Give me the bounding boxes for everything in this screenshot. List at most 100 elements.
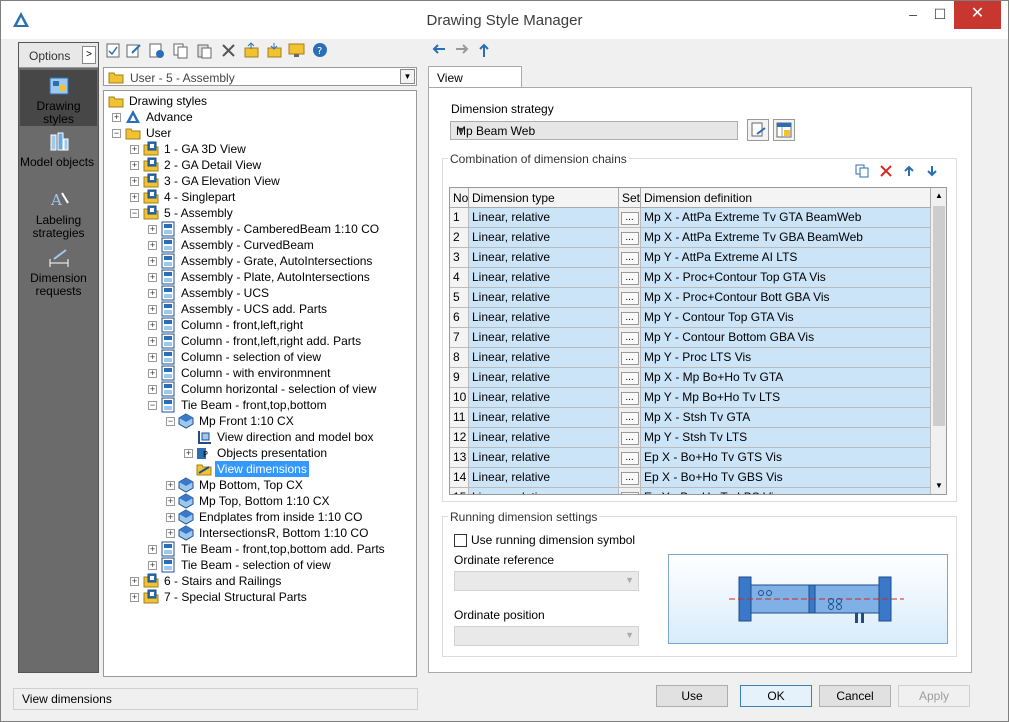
forward-arrow-icon[interactable] — [454, 42, 470, 56]
dimension-type-cell[interactable]: Linear, relative — [469, 288, 619, 308]
tree-node[interactable]: + Assembly - CamberedBeam 1:10 CO — [104, 221, 416, 237]
scroll-thumb[interactable] — [933, 206, 945, 426]
edit-style-icon[interactable] — [125, 42, 142, 59]
settings-ellipsis-button[interactable]: ... — [620, 252, 639, 265]
expand-icon[interactable]: + — [166, 529, 175, 538]
dimension-definition-cell[interactable]: Mp Y - Contour Top GTA Vis — [641, 308, 931, 328]
settings-cell[interactable]: ... — [619, 228, 641, 248]
table-row[interactable]: 12 Linear, relative... Mp Y - Stsh Tv LTS — [450, 428, 931, 448]
import-icon[interactable] — [266, 42, 283, 59]
settings-cell[interactable]: ... — [619, 468, 641, 488]
tree-node[interactable]: + Endplates from inside 1:10 CO — [104, 509, 416, 525]
close-button[interactable]: ✕ — [954, 1, 1001, 29]
tree-node[interactable]: + Mp Bottom, Top CX — [104, 477, 416, 493]
tree-node[interactable]: +7 - Special Structural Parts — [104, 589, 416, 605]
ordinate-reference-select[interactable]: ▼ — [454, 571, 639, 591]
expand-icon[interactable]: + — [130, 161, 139, 170]
collapse-icon[interactable]: − — [148, 401, 157, 410]
help-icon[interactable]: ? — [312, 42, 329, 59]
expand-icon[interactable]: + — [148, 241, 157, 250]
settings-cell[interactable]: ... — [619, 408, 641, 428]
nav-model-objects[interactable]: Model objects — [20, 131, 97, 181]
row-number[interactable]: 8 — [450, 348, 469, 368]
collapse-icon[interactable]: − — [112, 129, 121, 138]
row-number[interactable]: 1 — [450, 208, 469, 228]
scroll-up-icon[interactable]: ▲ — [935, 191, 943, 200]
expand-icon[interactable]: + — [148, 353, 157, 362]
apply-button[interactable]: Apply — [898, 685, 970, 707]
table-row[interactable]: 3 Linear, relative... Mp Y - AttPa Extreme… — [450, 248, 931, 268]
settings-ellipsis-button[interactable]: ... — [620, 212, 639, 225]
export-icon[interactable] — [243, 42, 260, 59]
tree-node[interactable]: − Mp Front 1:10 CX — [104, 413, 416, 429]
dimension-definition-cell[interactable]: Mp X - Proc+Contour Top GTA Vis — [641, 268, 931, 288]
strategy-table-button[interactable] — [773, 119, 795, 141]
settings-cell[interactable]: ... — [619, 448, 641, 468]
expand-icon[interactable]: + — [130, 577, 139, 586]
dimension-definition-cell[interactable]: Mp Y - AttPa Extreme AI LTS — [641, 248, 931, 268]
column-header-no[interactable]: No — [450, 188, 469, 208]
settings-ellipsis-button[interactable]: ... — [620, 492, 639, 494]
collapse-icon[interactable]: − — [166, 417, 175, 426]
settings-cell[interactable]: ... — [619, 248, 641, 268]
settings-cell[interactable]: ... — [619, 488, 641, 494]
nav-drawing-styles[interactable]: Drawing styles — [20, 70, 97, 126]
tree-node[interactable]: + IntersectionsR, Bottom 1:10 CO — [104, 525, 416, 541]
row-number[interactable]: 6 — [450, 308, 469, 328]
new-style-icon[interactable] — [148, 42, 165, 59]
copy-row-icon[interactable] — [855, 164, 869, 178]
expand-icon[interactable]: + — [130, 145, 139, 154]
nav-labeling-strategies[interactable]: A Labeling strategies — [20, 189, 97, 243]
chevron-down-icon[interactable]: ▼ — [400, 69, 415, 84]
settings-ellipsis-button[interactable]: ... — [620, 432, 639, 445]
dimension-type-cell[interactable]: Linear, relative — [469, 468, 619, 488]
settings-ellipsis-button[interactable]: ... — [620, 352, 639, 365]
expand-icon[interactable]: + — [184, 449, 193, 458]
settings-ellipsis-button[interactable]: ... — [620, 472, 639, 485]
row-number[interactable]: 2 — [450, 228, 469, 248]
tree-node[interactable]: + Assembly - UCS add. Parts — [104, 301, 416, 317]
paste-icon[interactable] — [196, 42, 213, 59]
settings-cell[interactable]: ... — [619, 388, 641, 408]
settings-ellipsis-button[interactable]: ... — [620, 372, 639, 385]
dimension-definition-cell[interactable]: Mp X - AttPa Extreme Tv GTA BeamWeb — [641, 208, 931, 228]
dimension-definition-cell[interactable]: Mp X - Proc+Contour Bott GBA Vis — [641, 288, 931, 308]
tree-node[interactable]: + Tie Beam - front,top,bottom add. Parts — [104, 541, 416, 557]
table-row[interactable]: 1 Linear, relative... Mp X - AttPa Extreme… — [450, 208, 931, 228]
row-number[interactable]: 15 — [450, 488, 469, 494]
settings-cell[interactable]: ... — [619, 308, 641, 328]
dimension-type-cell[interactable]: Linear, relative — [469, 448, 619, 468]
copy-icon[interactable] — [172, 42, 189, 59]
expand-icon[interactable]: + — [148, 321, 157, 330]
table-row[interactable]: 7 Linear, relative... Mp Y - Contour Botto… — [450, 328, 931, 348]
display-icon[interactable] — [288, 42, 305, 59]
maximize-button[interactable]: ☐ — [927, 1, 953, 29]
tree-node[interactable]: +2 - GA Detail View — [104, 157, 416, 173]
row-number[interactable]: 7 — [450, 328, 469, 348]
checklist-icon[interactable] — [105, 42, 122, 59]
tree-node[interactable]: − Tie Beam - front,top,bottom — [104, 397, 416, 413]
tree-node[interactable]: View direction and model box — [104, 429, 416, 445]
tree-node[interactable]: + Tie Beam - selection of view — [104, 557, 416, 573]
tree-node[interactable]: +4 - Singlepart — [104, 189, 416, 205]
expand-icon[interactable]: + — [166, 513, 175, 522]
settings-cell[interactable]: ... — [619, 368, 641, 388]
dimension-type-cell[interactable]: Linear, relative — [469, 228, 619, 248]
tree-node[interactable]: + P Objects presentation — [104, 445, 416, 461]
settings-cell[interactable]: ... — [619, 268, 641, 288]
row-number[interactable]: 4 — [450, 268, 469, 288]
table-row[interactable]: 13 Linear, relative... Ep X - Bo+Ho Tv GTS… — [450, 448, 931, 468]
settings-ellipsis-button[interactable]: ... — [620, 272, 639, 285]
dimension-type-cell[interactable]: Linear, relative — [469, 388, 619, 408]
settings-cell[interactable]: ... — [619, 288, 641, 308]
dimension-definition-cell[interactable]: Mp X - AttPa Extreme Tv GBA BeamWeb — [641, 228, 931, 248]
dimension-type-cell[interactable]: Linear, relative — [469, 408, 619, 428]
table-row[interactable]: 5 Linear, relative... Mp X - Proc+Contour … — [450, 288, 931, 308]
tree-node[interactable]: Drawing styles — [104, 93, 416, 109]
tree-node[interactable]: + Column - front,left,right — [104, 317, 416, 333]
expand-icon[interactable]: + — [166, 497, 175, 506]
row-number[interactable]: 5 — [450, 288, 469, 308]
column-header-settings[interactable]: Setti — [619, 188, 641, 208]
tree-node[interactable]: +6 - Stairs and Railings — [104, 573, 416, 589]
column-header-definition[interactable]: Dimension definition — [641, 188, 931, 208]
